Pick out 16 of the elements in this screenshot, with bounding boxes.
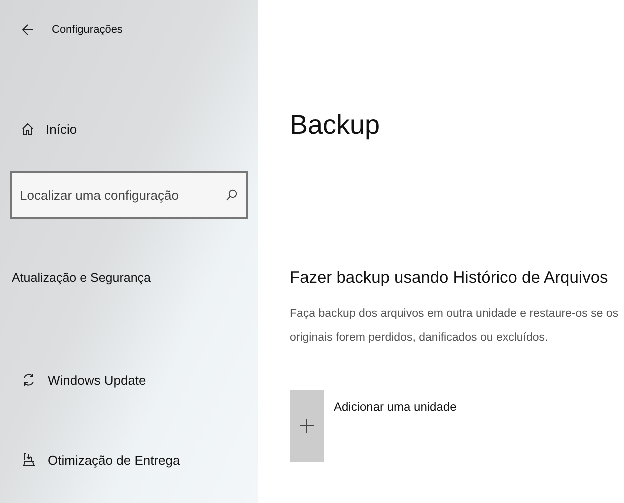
plus-icon [300, 419, 314, 433]
section-heading: Fazer backup usando Histórico de Arquivos [290, 269, 610, 288]
window-title: Configurações [52, 24, 123, 36]
search-icon [226, 189, 238, 201]
home-icon [22, 122, 34, 136]
back-arrow-icon [22, 24, 34, 36]
nav-item[interactable]: Windows Update [10, 365, 258, 395]
sync-icon [22, 373, 36, 387]
add-drive-label: Adicionar uma unidade [334, 400, 457, 416]
back-button[interactable] [22, 24, 34, 36]
home-link[interactable]: Início [10, 114, 258, 144]
nav-item[interactable]: Otimização de Entrega [10, 445, 258, 475]
section-title: Atualização e Segurança [11, 271, 152, 285]
description-text: Faça backup dos arquivos em outra unidade e restaure-os se os originais forem perdidos, danificados ou excluídos. [290, 307, 620, 346]
page-title: Backup [290, 110, 382, 141]
search-field[interactable]: Localizar uma configuração [10, 171, 248, 219]
